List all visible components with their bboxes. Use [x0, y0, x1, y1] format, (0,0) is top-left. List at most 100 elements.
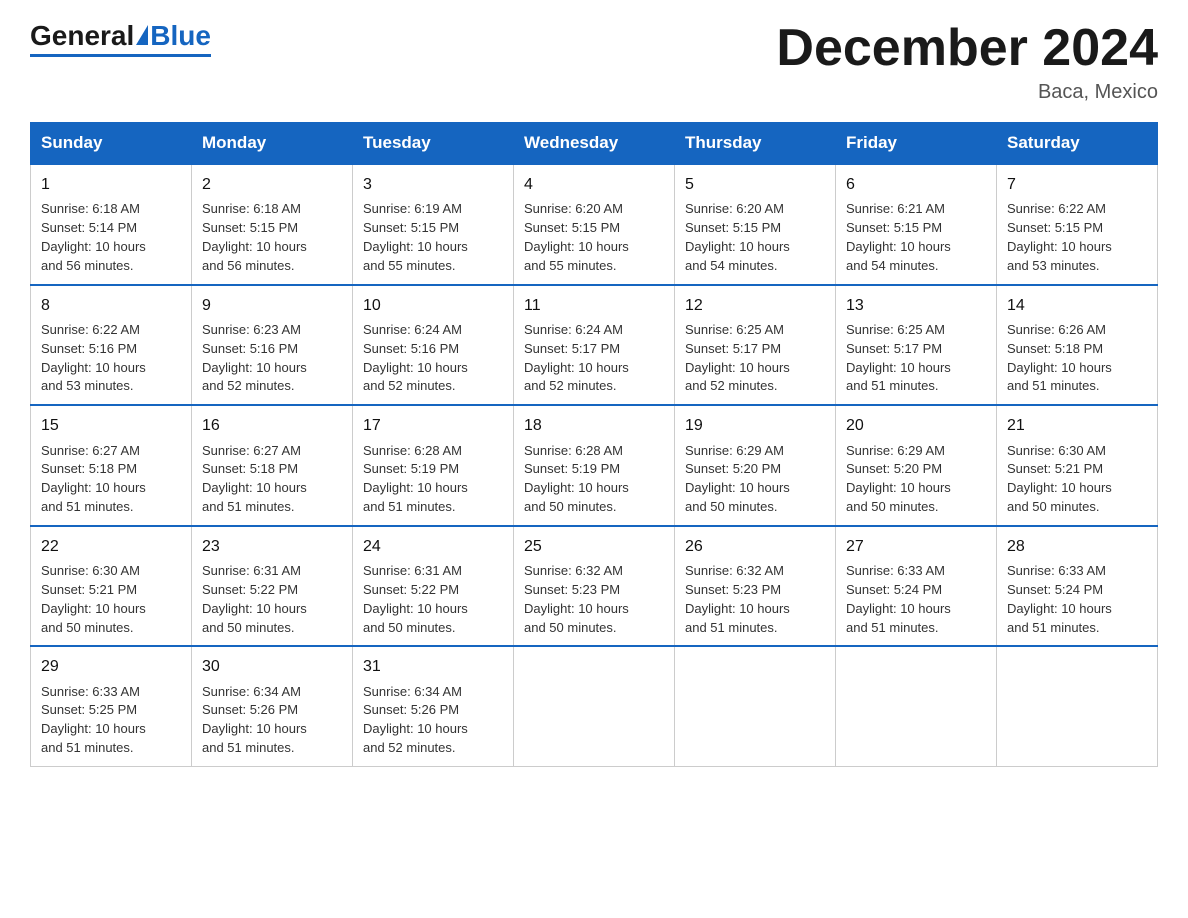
day-info: Sunrise: 6:31 AMSunset: 5:22 PMDaylight:…: [363, 562, 503, 637]
day-info: Sunrise: 6:30 AMSunset: 5:21 PMDaylight:…: [41, 562, 181, 637]
col-wednesday: Wednesday: [514, 123, 675, 165]
location-label: Baca, Mexico: [776, 81, 1158, 104]
day-number: 14: [1007, 294, 1147, 317]
title-area: December 2024 Baca, Mexico: [776, 20, 1158, 104]
table-row: 7 Sunrise: 6:22 AMSunset: 5:15 PMDaylight…: [997, 164, 1158, 285]
table-row: 20Sunrise: 6:29 AMSunset: 5:20 PMDayligh…: [836, 405, 997, 526]
col-tuesday: Tuesday: [353, 123, 514, 165]
col-thursday: Thursday: [675, 123, 836, 165]
logo-blue-text: Blue: [150, 20, 211, 52]
day-number: 29: [41, 655, 181, 678]
table-row: 18 Sunrise: 6:28 AMSunset: 5:19 PMDayligh…: [514, 405, 675, 526]
calendar-table: Sunday Monday Tuesday Wednesday Thursday…: [30, 122, 1158, 767]
table-row: 6 Sunrise: 6:21 AMSunset: 5:15 PMDaylight…: [836, 164, 997, 285]
day-number: 21: [1007, 414, 1147, 437]
day-info: Sunrise: 6:33 AMSunset: 5:25 PMDaylight:…: [41, 683, 181, 758]
day-info: Sunrise: 6:28 AMSunset: 5:19 PMDaylight:…: [524, 442, 664, 517]
table-row: 15 Sunrise: 6:27 AMSunset: 5:18 PMDayligh…: [31, 405, 192, 526]
day-number: 6: [846, 173, 986, 196]
day-number: 31: [363, 655, 503, 678]
day-info: Sunrise: 6:31 AMSunset: 5:22 PMDaylight:…: [202, 562, 342, 637]
day-number: 13: [846, 294, 986, 317]
logo: General Blue: [30, 20, 211, 57]
table-row: [836, 646, 997, 766]
table-row: 17Sunrise: 6:28 AMSunset: 5:19 PMDayligh…: [353, 405, 514, 526]
day-number: 16: [202, 414, 342, 437]
table-row: 2Sunrise: 6:18 AMSunset: 5:15 PMDaylight…: [192, 164, 353, 285]
table-row: 31 Sunrise: 6:34 AMSunset: 5:26 PMDayligh…: [353, 646, 514, 766]
table-row: 29 Sunrise: 6:33 AMSunset: 5:25 PMDayligh…: [31, 646, 192, 766]
table-row: 10 Sunrise: 6:24 AMSunset: 5:16 PMDayligh…: [353, 285, 514, 406]
day-info: Sunrise: 6:18 AMSunset: 5:15 PMDaylight:…: [202, 200, 342, 275]
col-sunday: Sunday: [31, 123, 192, 165]
day-number: 26: [685, 535, 825, 558]
month-title: December 2024: [776, 20, 1158, 77]
table-row: 22Sunrise: 6:30 AMSunset: 5:21 PMDayligh…: [31, 526, 192, 647]
logo-blue-part: Blue: [134, 20, 211, 52]
page-header: General Blue December 2024 Baca, Mexico: [30, 20, 1158, 104]
calendar-week-row: 29 Sunrise: 6:33 AMSunset: 5:25 PMDayligh…: [31, 646, 1158, 766]
logo-text: General Blue: [30, 20, 211, 52]
day-info: Sunrise: 6:34 AMSunset: 5:26 PMDaylight:…: [363, 683, 503, 758]
table-row: 9 Sunrise: 6:23 AMSunset: 5:16 PMDaylight…: [192, 285, 353, 406]
table-row: 3 Sunrise: 6:19 AMSunset: 5:15 PMDaylight…: [353, 164, 514, 285]
day-info: Sunrise: 6:20 AMSunset: 5:15 PMDaylight:…: [524, 200, 664, 275]
day-number: 17: [363, 414, 503, 437]
day-info: Sunrise: 6:21 AMSunset: 5:15 PMDaylight:…: [846, 200, 986, 275]
logo-triangle-icon: [136, 25, 148, 45]
table-row: 11 Sunrise: 6:24 AMSunset: 5:17 PMDayligh…: [514, 285, 675, 406]
col-friday: Friday: [836, 123, 997, 165]
day-info: Sunrise: 6:22 AMSunset: 5:16 PMDaylight:…: [41, 321, 181, 396]
day-number: 23: [202, 535, 342, 558]
day-info: Sunrise: 6:19 AMSunset: 5:15 PMDaylight:…: [363, 200, 503, 275]
calendar-week-row: 8 Sunrise: 6:22 AMSunset: 5:16 PMDaylight…: [31, 285, 1158, 406]
day-info: Sunrise: 6:22 AMSunset: 5:15 PMDaylight:…: [1007, 200, 1147, 275]
table-row: 24Sunrise: 6:31 AMSunset: 5:22 PMDayligh…: [353, 526, 514, 647]
table-row: 26Sunrise: 6:32 AMSunset: 5:23 PMDayligh…: [675, 526, 836, 647]
day-number: 28: [1007, 535, 1147, 558]
table-row: [514, 646, 675, 766]
day-info: Sunrise: 6:25 AMSunset: 5:17 PMDaylight:…: [685, 321, 825, 396]
day-number: 18: [524, 414, 664, 437]
table-row: 1Sunrise: 6:18 AMSunset: 5:14 PMDaylight…: [31, 164, 192, 285]
day-info: Sunrise: 6:24 AMSunset: 5:16 PMDaylight:…: [363, 321, 503, 396]
day-info: Sunrise: 6:27 AMSunset: 5:18 PMDaylight:…: [202, 442, 342, 517]
day-info: Sunrise: 6:33 AMSunset: 5:24 PMDaylight:…: [846, 562, 986, 637]
day-info: Sunrise: 6:34 AMSunset: 5:26 PMDaylight:…: [202, 683, 342, 758]
table-row: [997, 646, 1158, 766]
day-number: 4: [524, 173, 664, 196]
day-number: 9: [202, 294, 342, 317]
day-number: 19: [685, 414, 825, 437]
col-monday: Monday: [192, 123, 353, 165]
day-number: 3: [363, 173, 503, 196]
day-info: Sunrise: 6:33 AMSunset: 5:24 PMDaylight:…: [1007, 562, 1147, 637]
day-info: Sunrise: 6:18 AMSunset: 5:14 PMDaylight:…: [41, 200, 181, 275]
day-number: 30: [202, 655, 342, 678]
table-row: 25Sunrise: 6:32 AMSunset: 5:23 PMDayligh…: [514, 526, 675, 647]
day-number: 8: [41, 294, 181, 317]
day-number: 15: [41, 414, 181, 437]
table-row: 16 Sunrise: 6:27 AMSunset: 5:18 PMDayligh…: [192, 405, 353, 526]
table-row: 12 Sunrise: 6:25 AMSunset: 5:17 PMDayligh…: [675, 285, 836, 406]
day-number: 5: [685, 173, 825, 196]
day-info: Sunrise: 6:24 AMSunset: 5:17 PMDaylight:…: [524, 321, 664, 396]
col-saturday: Saturday: [997, 123, 1158, 165]
calendar-week-row: 15 Sunrise: 6:27 AMSunset: 5:18 PMDayligh…: [31, 405, 1158, 526]
day-info: Sunrise: 6:26 AMSunset: 5:18 PMDaylight:…: [1007, 321, 1147, 396]
table-row: 27 Sunrise: 6:33 AMSunset: 5:24 PMDayligh…: [836, 526, 997, 647]
day-info: Sunrise: 6:23 AMSunset: 5:16 PMDaylight:…: [202, 321, 342, 396]
day-info: Sunrise: 6:29 AMSunset: 5:20 PMDaylight:…: [846, 442, 986, 517]
table-row: 8 Sunrise: 6:22 AMSunset: 5:16 PMDaylight…: [31, 285, 192, 406]
day-number: 10: [363, 294, 503, 317]
calendar-header-row: Sunday Monday Tuesday Wednesday Thursday…: [31, 123, 1158, 165]
day-info: Sunrise: 6:27 AMSunset: 5:18 PMDaylight:…: [41, 442, 181, 517]
logo-general-text: General: [30, 20, 134, 52]
day-info: Sunrise: 6:20 AMSunset: 5:15 PMDaylight:…: [685, 200, 825, 275]
day-number: 11: [524, 294, 664, 317]
day-number: 7: [1007, 173, 1147, 196]
day-number: 12: [685, 294, 825, 317]
day-info: Sunrise: 6:32 AMSunset: 5:23 PMDaylight:…: [524, 562, 664, 637]
day-number: 27: [846, 535, 986, 558]
logo-underline: [30, 54, 211, 57]
table-row: 14 Sunrise: 6:26 AMSunset: 5:18 PMDayligh…: [997, 285, 1158, 406]
